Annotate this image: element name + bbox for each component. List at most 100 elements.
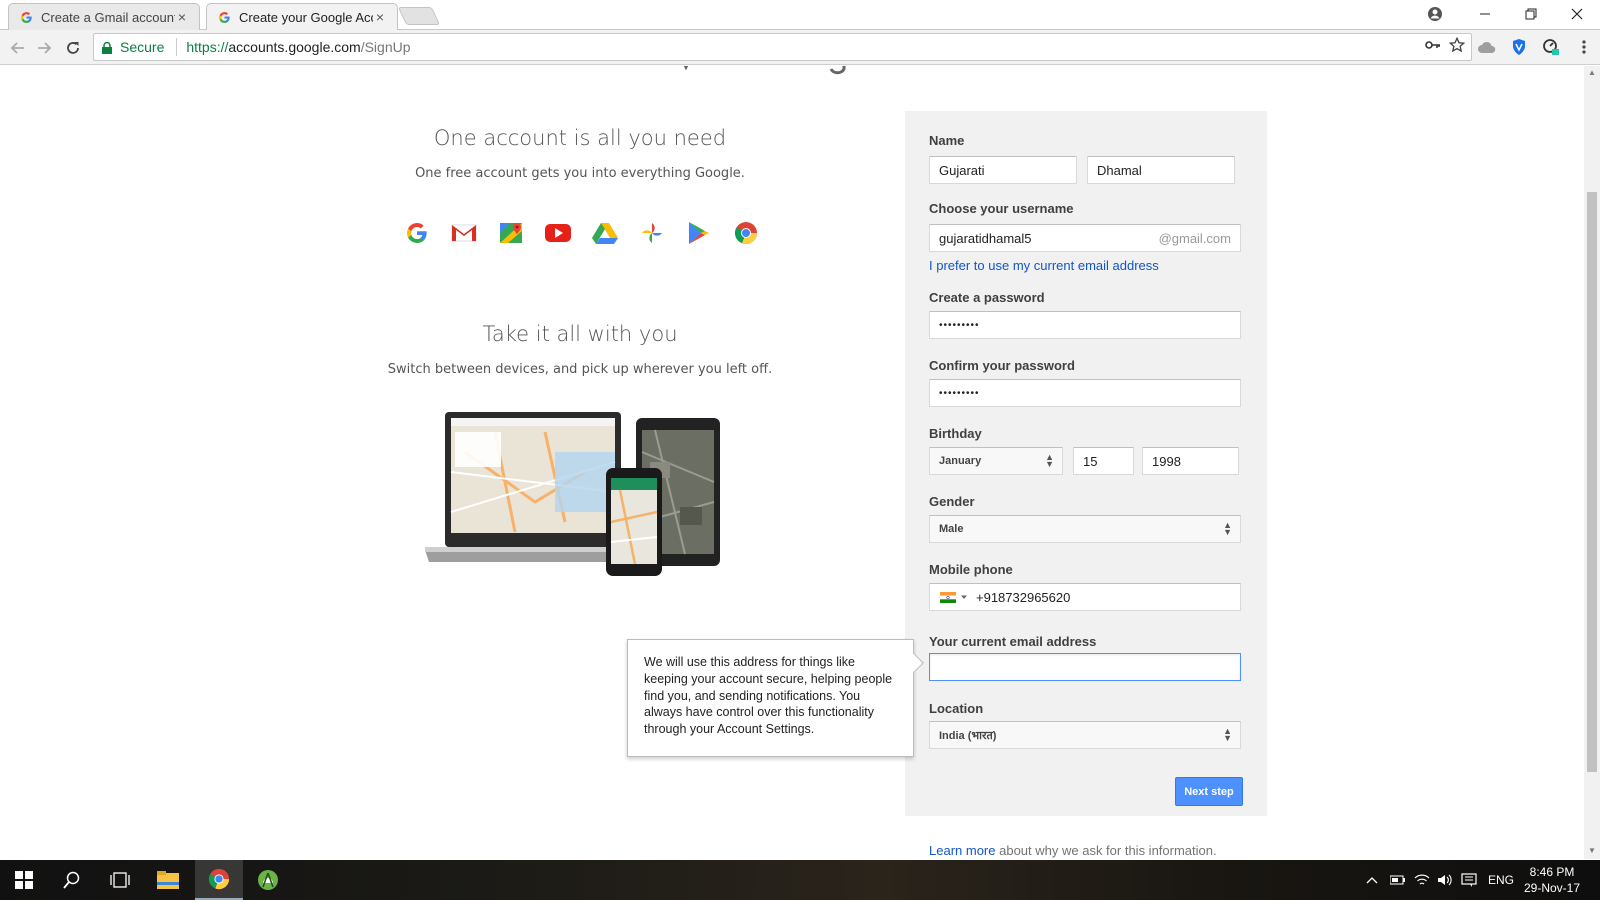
promo-title-take-it: Take it all with you (482, 322, 678, 346)
location-value: India (भारत) (939, 729, 997, 742)
password-input[interactable]: ••••••••• (929, 311, 1241, 339)
close-window-icon[interactable] (1554, 0, 1600, 28)
gender-label: Gender (929, 494, 975, 509)
url-protocol: https:// (186, 39, 229, 55)
location-label: Location (929, 701, 984, 716)
android-studio-icon[interactable] (244, 860, 292, 900)
file-explorer-icon[interactable] (144, 860, 192, 900)
photos-icon (639, 220, 665, 246)
forward-icon[interactable] (32, 36, 56, 60)
volume-icon[interactable] (1437, 860, 1453, 900)
reload-icon[interactable] (61, 36, 85, 60)
extension-cloud-icon[interactable] (1478, 38, 1496, 56)
birth-year-input[interactable]: 1998 (1142, 447, 1239, 475)
url-host: accounts.google.com (228, 39, 361, 55)
scroll-down-icon[interactable]: ▼ (1588, 846, 1596, 855)
mobile-phone-input[interactable]: +918732965620 (929, 583, 1241, 611)
task-view-icon[interactable] (96, 860, 144, 900)
scroll-up-icon[interactable]: ▲ (1588, 68, 1596, 77)
chrome-menu-icon[interactable] (1575, 38, 1593, 56)
extension-shield-icon[interactable] (1510, 38, 1528, 56)
windows-taskbar: ENG 8:46 PM 29-Nov-17 (0, 860, 1600, 900)
tab-title: Create your Google Acc (239, 9, 373, 25)
next-step-button[interactable]: Next step (1175, 777, 1243, 806)
first-name-input[interactable]: Gujarati (929, 156, 1077, 184)
birthday-label: Birthday (929, 426, 982, 441)
tab-strip: Create a Gmail account - × Create your G… (0, 0, 1600, 30)
close-tab-icon[interactable]: × (175, 9, 189, 25)
taskbar-clock[interactable]: 8:46 PM 29-Nov-17 (1517, 864, 1587, 896)
learn-more-rest: about why we ask for this information. (999, 843, 1217, 858)
close-tab-icon[interactable]: × (373, 9, 387, 25)
username-input[interactable]: gujaratidhamal5 @gmail.com (929, 224, 1241, 252)
address-bar[interactable]: Secure https:// accounts.google.com /Sig… (93, 33, 1472, 61)
devices-illustration (425, 412, 735, 592)
password-label: Create a password (929, 290, 1045, 305)
bookmark-star-icon[interactable] (1448, 36, 1466, 57)
select-arrows-icon: ▲ ▼ (1045, 452, 1054, 469)
google-favicon-icon (19, 10, 33, 24)
birth-month-select[interactable]: January ▲ ▼ (929, 447, 1063, 475)
extension-gauge-icon[interactable] (1542, 38, 1560, 56)
username-value: gujaratidhamal5 (939, 230, 1032, 246)
back-icon[interactable] (6, 36, 30, 60)
google-favicon-icon (217, 10, 231, 24)
new-tab-button[interactable] (397, 7, 441, 25)
india-flag-icon[interactable] (940, 591, 968, 603)
prefer-current-email-link[interactable]: I prefer to use my current email address (929, 258, 1159, 273)
show-hidden-icons[interactable] (1366, 860, 1378, 900)
location-select[interactable]: India (भारत) ▲ ▼ (929, 721, 1241, 749)
restore-icon[interactable] (1508, 0, 1554, 28)
gender-select[interactable]: Male ▲ ▼ (929, 515, 1241, 543)
search-icon[interactable] (48, 860, 96, 900)
tooltip-text: We will use this address for things like… (644, 655, 893, 737)
headline-cutoff (620, 66, 850, 84)
gmail-icon (451, 220, 477, 246)
mobile-phone-label: Mobile phone (929, 562, 1013, 577)
lock-icon (102, 41, 112, 54)
learn-more-text: Learn more about why we ask for this inf… (929, 843, 1217, 858)
play-icon (686, 220, 712, 246)
current-email-label: Your current email address (929, 634, 1097, 649)
clock-time: 8:46 PM (1529, 865, 1575, 879)
select-arrows-icon: ▲ ▼ (1223, 520, 1232, 537)
drive-icon (592, 220, 618, 246)
current-email-input[interactable] (929, 653, 1241, 681)
tab-create-google-account[interactable]: Create your Google Acc × (206, 3, 398, 30)
language-indicator[interactable]: ENG (1488, 860, 1514, 900)
tab-create-gmail[interactable]: Create a Gmail account - × (8, 3, 200, 30)
gmail-suffix: @gmail.com (1158, 230, 1231, 246)
birth-month-value: January (939, 455, 982, 467)
mobile-phone-value: +918732965620 (976, 589, 1071, 605)
page-scrollbar[interactable]: ▲ ▼ (1584, 66, 1600, 859)
google-apps-row (404, 220, 759, 248)
username-label: Choose your username (929, 201, 1074, 216)
windows-start-icon[interactable] (0, 860, 48, 900)
promo-subtitle-take-it: Switch between devices, and pick up wher… (387, 362, 773, 377)
promo-title-one-account: One account is all you need (433, 126, 727, 150)
youtube-icon (545, 220, 571, 246)
secure-label: Secure (120, 39, 165, 55)
confirm-password-input[interactable]: ••••••••• (929, 379, 1241, 407)
key-icon[interactable] (1425, 38, 1441, 55)
wifi-icon[interactable] (1414, 860, 1430, 900)
battery-icon[interactable] (1390, 860, 1406, 900)
tab-title: Create a Gmail account - (41, 9, 175, 25)
select-arrows-icon: ▲ ▼ (1223, 726, 1232, 743)
minimize-icon[interactable] (1462, 0, 1508, 28)
chrome-icon (733, 220, 759, 246)
url-path: /SignUp (360, 39, 411, 55)
browser-toolbar: Secure https:// accounts.google.com /Sig… (0, 30, 1600, 65)
email-info-tooltip: We will use this address for things like… (627, 639, 924, 757)
chrome-taskbar-icon[interactable] (195, 860, 243, 900)
action-center-icon[interactable] (1461, 860, 1477, 900)
learn-more-link[interactable]: Learn more (929, 843, 995, 858)
scrollbar-thumb[interactable] (1587, 192, 1597, 772)
divider (176, 38, 178, 56)
birth-day-input[interactable]: 15 (1073, 447, 1134, 475)
clock-date: 29-Nov-17 (1523, 881, 1581, 895)
promo-subtitle-one-account: One free account gets you into everythin… (415, 166, 745, 181)
profile-icon[interactable] (1412, 0, 1458, 28)
last-name-input[interactable]: Dhamal (1087, 156, 1235, 184)
maps-icon (498, 220, 524, 246)
